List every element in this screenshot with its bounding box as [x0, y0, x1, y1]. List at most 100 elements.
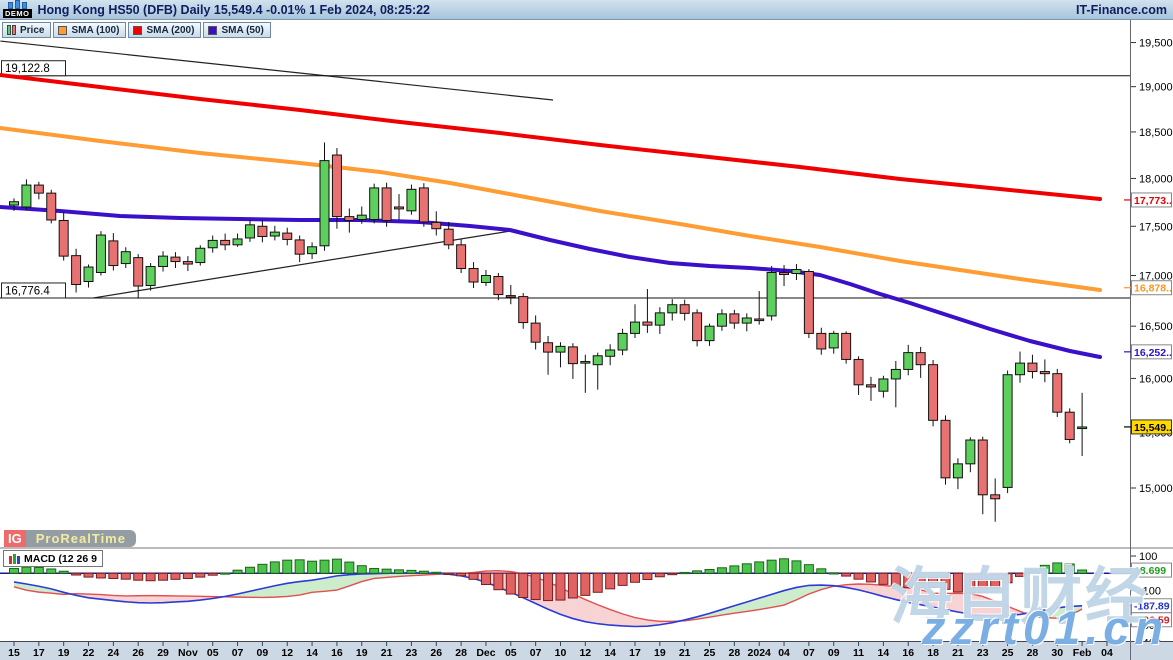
- candlestick[interactable]: [72, 256, 81, 285]
- candlestick[interactable]: [916, 353, 925, 365]
- candlestick[interactable]: [22, 185, 31, 207]
- candlestick[interactable]: [804, 272, 813, 334]
- price-axis-tick-label: 19,000: [1139, 82, 1173, 94]
- macd-histogram-bar: [618, 573, 627, 585]
- candlestick[interactable]: [854, 359, 863, 384]
- candlestick[interactable]: [407, 189, 416, 210]
- candlestick[interactable]: [1003, 375, 1012, 488]
- candlestick[interactable]: [991, 495, 1000, 499]
- candlestick[interactable]: [208, 240, 217, 247]
- candlestick[interactable]: [767, 273, 776, 316]
- candlestick[interactable]: [233, 239, 242, 245]
- candlestick[interactable]: [1040, 372, 1049, 374]
- candlestick[interactable]: [59, 220, 68, 256]
- candlestick[interactable]: [345, 217, 354, 221]
- candlestick[interactable]: [631, 322, 640, 333]
- candlestick[interactable]: [941, 420, 950, 478]
- candlestick[interactable]: [332, 155, 341, 217]
- candlestick[interactable]: [879, 379, 888, 391]
- candlestick[interactable]: [717, 314, 726, 326]
- candlestick[interactable]: [481, 275, 490, 282]
- candlestick[interactable]: [494, 276, 503, 294]
- candlestick[interactable]: [742, 318, 751, 323]
- candlestick[interactable]: [531, 323, 540, 342]
- date-tick-label: 21: [381, 647, 393, 659]
- candlestick[interactable]: [419, 188, 428, 222]
- candlestick[interactable]: [780, 273, 789, 275]
- candlestick[interactable]: [680, 305, 689, 314]
- candlestick[interactable]: [47, 193, 56, 220]
- candlestick[interactable]: [370, 188, 379, 220]
- candlestick[interactable]: [1053, 374, 1062, 413]
- legend-chip-price[interactable]: Price: [2, 22, 51, 38]
- candlestick[interactable]: [544, 343, 553, 352]
- candlestick[interactable]: [432, 222, 441, 228]
- descending-trendline[interactable]: [0, 41, 553, 100]
- candlestick[interactable]: [655, 313, 664, 325]
- chart-canvas[interactable]: 19,50019,00018,50018,00017,50017,00016,5…: [0, 0, 1173, 660]
- candlestick[interactable]: [457, 245, 466, 269]
- candlestick[interactable]: [295, 240, 304, 254]
- candlestick[interactable]: [96, 235, 105, 272]
- candlestick[interactable]: [705, 326, 714, 340]
- candlestick[interactable]: [245, 225, 254, 238]
- price-axis-tick-label: 17,500: [1139, 221, 1173, 233]
- candlestick[interactable]: [469, 269, 478, 282]
- candlestick[interactable]: [978, 440, 987, 495]
- candlestick[interactable]: [183, 262, 192, 264]
- candlestick[interactable]: [730, 314, 739, 323]
- candlestick[interactable]: [904, 353, 913, 370]
- candlestick[interactable]: [382, 188, 391, 221]
- legend-chip-sma-50[interactable]: SMA (50): [203, 22, 270, 38]
- candlestick[interactable]: [929, 365, 938, 421]
- candlestick[interactable]: [221, 240, 230, 244]
- candlestick[interactable]: [593, 356, 602, 365]
- candlestick[interactable]: [283, 233, 292, 239]
- candlestick[interactable]: [519, 297, 528, 323]
- candlestick[interactable]: [10, 202, 19, 205]
- macd-indicator-tag[interactable]: MACD (12 26 9: [3, 550, 103, 567]
- candlestick[interactable]: [1028, 363, 1037, 371]
- candlestick[interactable]: [568, 347, 577, 364]
- candlestick[interactable]: [258, 226, 267, 236]
- candlestick[interactable]: [755, 319, 764, 321]
- candlestick[interactable]: [270, 232, 279, 236]
- candlestick[interactable]: [842, 333, 851, 359]
- candlestick[interactable]: [34, 185, 43, 193]
- candlestick[interactable]: [320, 161, 329, 246]
- candlestick[interactable]: [866, 385, 875, 387]
- candlestick[interactable]: [829, 333, 838, 348]
- candlestick[interactable]: [146, 267, 155, 286]
- candlestick[interactable]: [581, 362, 590, 364]
- candlestick[interactable]: [134, 258, 143, 286]
- candlestick[interactable]: [395, 207, 404, 209]
- candlestick[interactable]: [444, 229, 453, 245]
- candlestick[interactable]: [953, 464, 962, 478]
- candlestick[interactable]: [196, 248, 205, 262]
- legend-chip-sma-200[interactable]: SMA (200): [128, 22, 201, 38]
- candlestick[interactable]: [792, 270, 801, 274]
- candlestick[interactable]: [1065, 412, 1074, 439]
- candlestick[interactable]: [618, 333, 627, 350]
- date-tick-label: 07: [803, 647, 815, 659]
- macd-histogram-bar: [568, 573, 577, 598]
- candlestick[interactable]: [817, 333, 826, 349]
- candlestick[interactable]: [693, 313, 702, 341]
- candlestick[interactable]: [606, 350, 615, 356]
- candlestick[interactable]: [643, 322, 652, 325]
- candlestick[interactable]: [1016, 363, 1025, 375]
- candlestick[interactable]: [357, 215, 366, 219]
- legend-chip-sma-100[interactable]: SMA (100): [53, 22, 126, 38]
- candlestick[interactable]: [84, 267, 93, 281]
- candlestick[interactable]: [159, 256, 168, 266]
- candlestick[interactable]: [891, 369, 900, 379]
- candlestick[interactable]: [171, 257, 180, 261]
- candlestick[interactable]: [1078, 427, 1087, 429]
- candlestick[interactable]: [308, 247, 317, 254]
- candlestick[interactable]: [121, 252, 130, 264]
- candlestick[interactable]: [556, 346, 565, 352]
- candlestick[interactable]: [668, 305, 677, 313]
- candlestick[interactable]: [506, 296, 515, 298]
- candlestick[interactable]: [966, 440, 975, 464]
- candlestick[interactable]: [109, 241, 118, 266]
